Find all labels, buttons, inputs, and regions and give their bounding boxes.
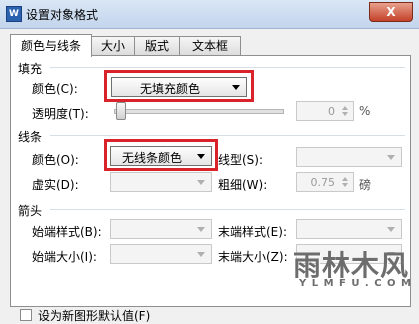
dash-label: 虚实(D): (32, 178, 79, 192)
begin-style-dropdown[interactable] (110, 219, 212, 239)
line-separator (50, 135, 405, 136)
line-color-label: 颜色(O): (32, 153, 79, 167)
arrows-section-title: 箭头 (18, 204, 43, 218)
end-size-label: 末端大小(Z): (218, 250, 288, 264)
transparency-spinbox[interactable]: 0 (296, 101, 354, 121)
dash-dropdown[interactable] (110, 172, 212, 192)
tab-layout[interactable]: 版式 (134, 36, 180, 55)
weight-value: 0.75 (310, 176, 336, 189)
begin-size-label: 始端大小(I): (32, 250, 97, 264)
transparency-label: 透明度(T): (32, 107, 89, 121)
end-style-label: 末端样式(E): (218, 225, 287, 239)
arrow-up-icon (342, 106, 348, 110)
default-checkbox-label[interactable]: 设为新图形默认值(F) (38, 307, 150, 324)
weight-spinbox[interactable]: 0.75 (296, 172, 354, 192)
chevron-down-icon (197, 252, 205, 257)
arrow-down-icon (342, 112, 348, 116)
tab-size[interactable]: 大小 (91, 36, 135, 55)
weight-label: 粗细(W): (218, 178, 268, 192)
tab-color-and-line[interactable]: 颜色与线条 (10, 34, 92, 57)
default-checkbox[interactable] (20, 309, 32, 321)
dialog-title: 设置对象格式 (26, 8, 99, 22)
chevron-down-icon (387, 155, 395, 160)
fill-separator (50, 67, 405, 68)
transparency-value: 0 (328, 105, 335, 118)
end-style-dropdown[interactable] (296, 219, 402, 239)
line-section-title: 线条 (18, 130, 43, 144)
tab-textbox[interactable]: 文本框 (179, 36, 241, 55)
spin-buttons[interactable] (339, 175, 351, 189)
line-style-label: 线型(S): (218, 153, 264, 167)
site-watermark: 雨林木风 Y L M F U . C O M (293, 244, 411, 292)
arrows-separator (50, 209, 405, 210)
line-color-highlight (104, 139, 218, 171)
arrow-down-icon (342, 183, 348, 187)
transparency-slider-track[interactable] (114, 109, 284, 114)
close-button[interactable]: X (369, 2, 413, 22)
fill-section-title: 填充 (18, 62, 43, 76)
weight-unit: 磅 (359, 178, 372, 192)
begin-style-label: 始端样式(B): (32, 225, 102, 239)
begin-size-dropdown[interactable] (110, 244, 212, 264)
spin-buttons[interactable] (339, 104, 351, 118)
transparency-unit: % (359, 104, 371, 118)
arrow-up-icon (342, 177, 348, 181)
line-style-dropdown[interactable] (296, 147, 402, 167)
fill-color-label: 颜色(C): (32, 82, 78, 96)
title-bar: W 设置对象格式 X (0, 0, 419, 29)
watermark-url: Y L M F U . C O M (299, 278, 412, 289)
transparency-slider-thumb[interactable] (116, 102, 126, 120)
chevron-down-icon (197, 227, 205, 232)
chevron-down-icon (387, 227, 395, 232)
chevron-down-icon (197, 180, 205, 185)
fill-color-highlight (104, 70, 254, 102)
app-icon: W (6, 6, 22, 22)
